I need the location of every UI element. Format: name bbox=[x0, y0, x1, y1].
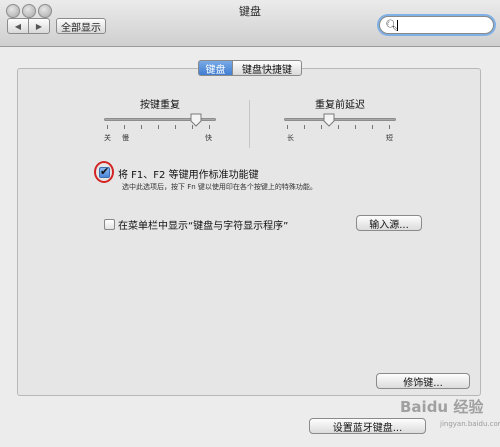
key-repeat-min-label-slow: 慢 bbox=[122, 134, 129, 142]
tab-keyboard-shortcuts[interactable]: 键盘快捷键 bbox=[232, 60, 302, 76]
back-button[interactable]: ◀ bbox=[7, 18, 29, 34]
delay-max-label: 短 bbox=[386, 134, 393, 142]
input-sources-button[interactable]: 输入源... bbox=[356, 215, 422, 231]
key-repeat-label: 按键重复 bbox=[140, 100, 180, 111]
forward-button[interactable]: ▶ bbox=[28, 18, 50, 34]
show-keyboard-viewer-label: 在菜单栏中显示“键盘与字符显示程序” bbox=[118, 221, 289, 232]
chevron-right-icon: ▶ bbox=[35, 21, 43, 31]
setup-bluetooth-keyboard-button[interactable]: 设置蓝牙键盘... bbox=[309, 418, 426, 434]
search-input[interactable]: 🔍︎ bbox=[379, 16, 494, 34]
key-repeat-min-label-off: 关 bbox=[104, 134, 111, 142]
fn-keys-description: 选中此选项后，按下 Fn 键以使用印在各个按键上的特殊功能。 bbox=[122, 183, 317, 191]
slider-tick bbox=[158, 125, 159, 129]
slider-tick bbox=[175, 125, 176, 129]
fn-keys-label: 将 F1、F2 等键用作标准功能键 bbox=[118, 170, 259, 181]
show-keyboard-viewer-checkbox[interactable] bbox=[104, 219, 115, 230]
key-repeat-slider-thumb[interactable] bbox=[190, 113, 202, 127]
tab-bar: 键盘 键盘快捷键 bbox=[198, 60, 302, 76]
key-repeat-max-label: 快 bbox=[205, 134, 212, 142]
text-caret bbox=[397, 20, 398, 31]
slider-tick bbox=[355, 125, 356, 129]
slider-tick bbox=[304, 125, 305, 129]
keyboard-preferences-window: 键盘 ◀ ▶ 全部显示 🔍︎ 键盘 键盘快捷键 按键重复 关 慢 快 重复前延迟 bbox=[0, 0, 500, 447]
tab-keyboard[interactable]: 键盘 bbox=[198, 60, 232, 76]
delay-until-repeat-slider-thumb[interactable] bbox=[323, 113, 335, 127]
delay-min-label: 长 bbox=[287, 134, 294, 142]
annotation-circle bbox=[94, 161, 114, 183]
show-all-button[interactable]: 全部显示 bbox=[56, 18, 106, 34]
slider-tick bbox=[209, 125, 210, 129]
slider-tick bbox=[287, 125, 288, 129]
slider-tick bbox=[141, 125, 142, 129]
delay-until-repeat-slider[interactable] bbox=[284, 118, 396, 121]
chevron-left-icon: ◀ bbox=[14, 21, 22, 31]
modifier-keys-button[interactable]: 修饰键... bbox=[376, 373, 470, 389]
slider-tick bbox=[338, 125, 339, 129]
slider-tick bbox=[107, 125, 108, 129]
title-bar: 键盘 ◀ ▶ 全部显示 🔍︎ bbox=[0, 0, 500, 47]
slider-divider bbox=[249, 100, 250, 148]
slider-tick bbox=[321, 125, 322, 129]
baidu-watermark-url: jingyan.baidu.com bbox=[440, 420, 500, 428]
delay-until-repeat-label: 重复前延迟 bbox=[315, 100, 365, 111]
slider-tick bbox=[389, 125, 390, 129]
baidu-watermark: Baidu 经验 bbox=[400, 398, 484, 416]
slider-tick bbox=[372, 125, 373, 129]
slider-tick bbox=[124, 125, 125, 129]
